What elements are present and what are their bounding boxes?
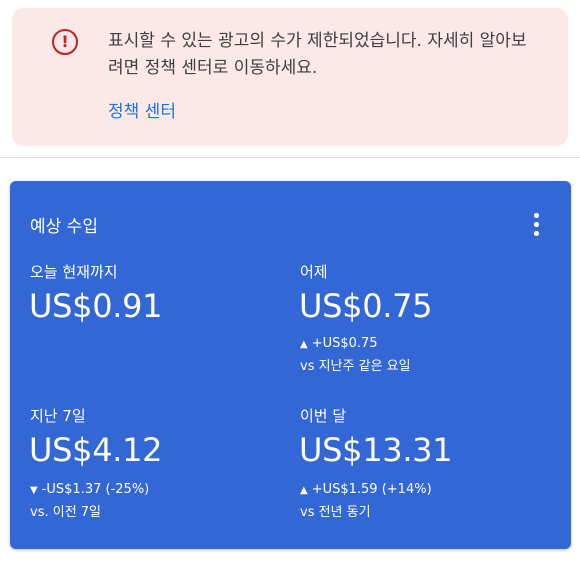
divider <box>0 157 580 158</box>
last-7-days-compare: vs. 이전 7일 <box>30 505 102 520</box>
this-month-change-text: +US$1.59 (+14%) <box>311 482 432 497</box>
this-month-label: 이번 달 <box>300 407 347 425</box>
today-label: 오늘 현재까지 <box>30 263 118 281</box>
arrow-up-icon: ▲ <box>300 339 308 350</box>
alert-message: 표시할 수 있는 광고의 수가 제한되었습니다. 자세히 알아보려면 정책 센터… <box>108 31 527 78</box>
more-options-button[interactable] <box>524 211 548 237</box>
card-title: 예상 수입 <box>30 217 98 237</box>
arrow-down-icon: ▼ <box>30 485 38 496</box>
this-month-compare: vs 전년 동기 <box>300 505 371 520</box>
more-vertical-icon <box>534 213 539 218</box>
arrow-up-icon: ▲ <box>300 485 308 496</box>
policy-center-link[interactable]: 정책 센터 <box>108 97 176 122</box>
more-vertical-icon <box>534 231 539 236</box>
exclamation-circle-icon: ! <box>52 29 78 55</box>
this-month-value: US$13.31 <box>299 431 453 469</box>
yesterday-value: US$0.75 <box>299 287 433 325</box>
last-7-days-change-text: -US$1.37 (-25%) <box>41 482 150 497</box>
more-vertical-icon <box>534 222 539 227</box>
this-month-change: ▲ +US$1.59 (+14%) <box>300 482 432 497</box>
last-7-days-change: ▼ -US$1.37 (-25%) <box>30 482 149 497</box>
yesterday-change: ▲ +US$0.75 <box>300 336 378 351</box>
last-7-days-label: 지난 7일 <box>30 407 86 425</box>
yesterday-label: 어제 <box>300 263 328 281</box>
yesterday-change-text: +US$0.75 <box>311 336 378 351</box>
estimated-earnings-card: 예상 수입 오늘 현재까지 US$0.91 어제 US$0.75 ▲ +US$0.… <box>10 181 571 549</box>
policy-alert-banner: ! 표시할 수 있는 광고의 수가 제한되었습니다. 자세히 알아보려면 정책 … <box>12 8 568 146</box>
last-7-days-value: US$4.12 <box>29 431 163 469</box>
yesterday-compare: vs 지난주 같은 요일 <box>300 359 411 374</box>
today-value: US$0.91 <box>29 287 163 325</box>
